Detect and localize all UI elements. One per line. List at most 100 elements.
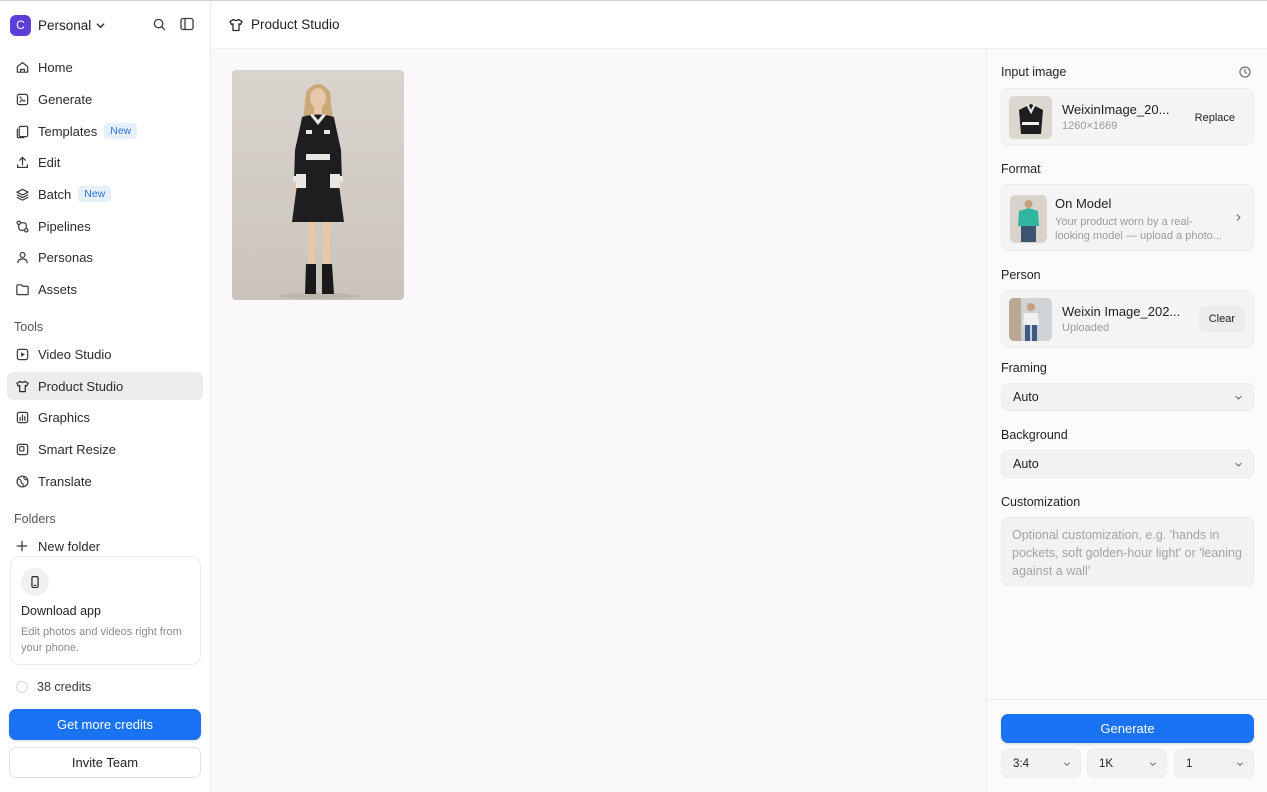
credits-ring-icon	[16, 681, 28, 693]
sidebar-item-assets[interactable]: Assets	[7, 275, 203, 303]
page-title: Product Studio	[251, 17, 340, 32]
invite-team-button[interactable]: Invite Team	[9, 747, 201, 778]
sidebar-item-label: Video Studio	[38, 346, 112, 362]
format-description-line1: Your product worn by a real-	[1055, 216, 1193, 228]
sidebar-item-label: Smart Resize	[38, 441, 117, 457]
sidebar-item-graphics[interactable]: Graphics	[7, 403, 203, 431]
image-count-value: 1	[1186, 757, 1193, 770]
sidebar-item-templates[interactable]: Templates New	[7, 117, 203, 145]
clear-person-button[interactable]: Clear	[1198, 306, 1245, 332]
sidebar-item-generate[interactable]: Generate	[7, 85, 203, 113]
plus-icon	[14, 538, 30, 554]
generate-button[interactable]: Generate	[1001, 714, 1254, 743]
image-count-select[interactable]: 1	[1174, 749, 1254, 778]
credits-count: 38 credits	[37, 680, 92, 694]
sidebar-item-label: Personas	[38, 249, 93, 265]
input-image-thumbnail	[1009, 96, 1052, 139]
customization-label: Customization	[1001, 495, 1081, 509]
input-image-dimensions: 1260×1669	[1062, 120, 1118, 132]
aspect-ratio-select[interactable]: 3:4	[1001, 749, 1081, 778]
sidebar-item-label: Home	[38, 59, 73, 75]
workspace-switcher[interactable]: C Personal	[10, 14, 106, 36]
input-image-filename: WeixinImage_20...	[1062, 102, 1170, 117]
chevron-down-icon	[1149, 760, 1157, 768]
sidebar-item-pipelines[interactable]: Pipelines	[7, 212, 203, 240]
new-folder-label: New folder	[38, 538, 101, 554]
search-icon[interactable]	[152, 16, 167, 32]
framing-value: Auto	[1013, 390, 1039, 404]
chevron-down-icon	[1234, 460, 1243, 469]
workspace-name: Personal	[38, 17, 92, 33]
sidebar-item-product-studio[interactable]: Product Studio	[7, 372, 203, 400]
sidebar-item-label: Graphics	[38, 409, 91, 425]
new-badge: New	[104, 123, 138, 139]
input-image-label: Input image	[1001, 65, 1067, 79]
sidebar-item-edit[interactable]: Edit	[7, 148, 203, 176]
page-header: Product Studio	[211, 1, 1267, 49]
shirt-icon	[228, 17, 244, 33]
format-label: Format	[1001, 162, 1041, 176]
pipelines-icon	[14, 218, 30, 234]
get-more-credits-button[interactable]: Get more credits	[9, 709, 201, 740]
sidebar-item-label: Batch	[38, 186, 72, 202]
person-label: Person	[1001, 268, 1041, 282]
resolution-value: 1K	[1099, 757, 1114, 770]
sidebar: C Personal Home Generate Templates New E…	[0, 1, 211, 792]
background-label: Background	[1001, 428, 1068, 442]
sidebar-item-video-studio[interactable]: Video Studio	[7, 340, 203, 368]
history-icon[interactable]	[1238, 65, 1252, 79]
background-select[interactable]: Auto	[1001, 450, 1254, 478]
sidebar-item-batch[interactable]: Batch New	[7, 180, 203, 208]
sidebar-item-smart-resize[interactable]: Smart Resize	[7, 435, 203, 463]
background-value: Auto	[1013, 457, 1039, 471]
person-icon	[14, 249, 30, 265]
tools-section-label: Tools	[14, 320, 44, 334]
chevron-down-icon	[1063, 760, 1071, 768]
format-name: On Model	[1055, 196, 1112, 211]
resize-icon	[14, 441, 30, 457]
framing-label: Framing	[1001, 361, 1047, 375]
phone-icon	[21, 568, 49, 596]
person-card: Weixin Image_202... Uploaded Clear	[1001, 290, 1254, 348]
layers-icon	[14, 186, 30, 202]
download-app-title: Download app	[21, 604, 101, 618]
product-photo[interactable]	[232, 70, 404, 300]
replace-image-button[interactable]: Replace	[1185, 105, 1245, 131]
home-icon	[14, 59, 30, 75]
new-badge: New	[78, 186, 112, 202]
folders-section-label: Folders	[14, 512, 56, 526]
sidebar-item-label: Generate	[38, 91, 93, 107]
chevron-down-icon	[95, 20, 106, 31]
resolution-select[interactable]: 1K	[1087, 749, 1167, 778]
format-card[interactable]: On Model Your product worn by a real- lo…	[1001, 184, 1254, 251]
download-app-card[interactable]: Download app Edit photos and videos righ…	[10, 556, 201, 665]
panel-divider	[987, 699, 1267, 700]
video-icon	[14, 346, 30, 362]
folder-icon	[14, 281, 30, 297]
framing-select[interactable]: Auto	[1001, 383, 1254, 411]
templates-icon	[14, 123, 30, 139]
sidebar-item-personas[interactable]: Personas	[7, 243, 203, 271]
workspace-avatar: C	[10, 14, 31, 36]
shirt-icon	[14, 378, 30, 394]
credits-indicator: 38 credits	[16, 680, 91, 694]
chevron-down-icon	[1234, 393, 1243, 402]
person-thumbnail	[1009, 298, 1052, 341]
upload-icon	[14, 154, 30, 170]
settings-panel: Input image WeixinImage_20... 1260×1669 …	[986, 49, 1267, 792]
chevron-down-icon	[1236, 760, 1244, 768]
sidebar-item-translate[interactable]: Translate	[7, 467, 203, 495]
download-app-description: Edit photos and videos right from your p…	[21, 626, 182, 654]
aspect-ratio-value: 3:4	[1013, 757, 1029, 770]
sidebar-toggle-icon[interactable]	[179, 16, 195, 32]
customization-input[interactable]: Optional customization, e.g. 'hands in p…	[1001, 517, 1254, 586]
globe-icon	[14, 473, 30, 489]
sidebar-item-label: Assets	[38, 281, 78, 297]
person-status: Uploaded	[1062, 322, 1110, 334]
chevron-right-icon	[1234, 213, 1243, 222]
sidebar-item-home[interactable]: Home	[7, 53, 203, 81]
sidebar-item-label: Translate	[38, 473, 92, 489]
format-thumbnail	[1010, 195, 1047, 243]
format-description-line2: looking model — upload a photo...	[1055, 230, 1222, 242]
input-image-card: WeixinImage_20... 1260×1669 Replace	[1001, 88, 1254, 146]
